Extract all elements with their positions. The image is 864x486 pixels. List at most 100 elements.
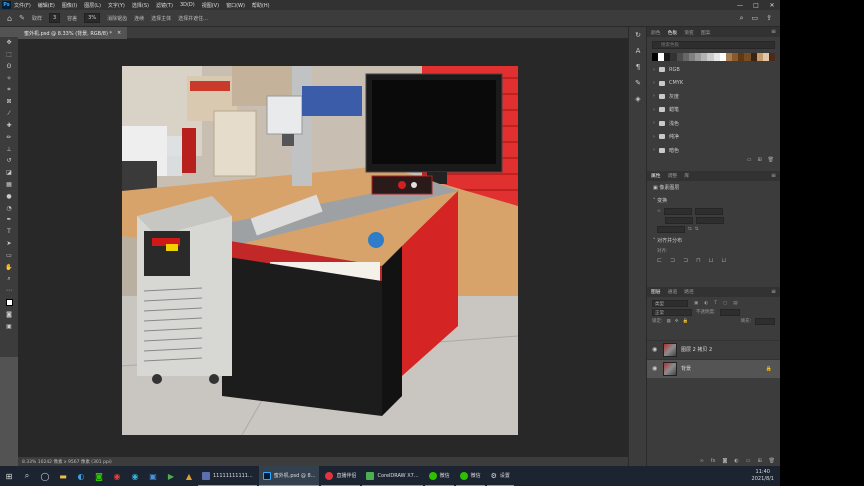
lasso-tool-icon[interactable]: ʘ <box>0 61 18 73</box>
file-explorer-icon[interactable]: ▬ <box>54 466 72 486</box>
history-icon[interactable]: ↻ <box>629 27 647 43</box>
menu-image[interactable]: 图像(I) <box>62 2 77 9</box>
opacity-field[interactable] <box>719 308 740 316</box>
adjustment-layer-icon[interactable]: ◐ <box>734 458 738 464</box>
tab-channels[interactable]: 通道 <box>668 288 678 295</box>
task-view-icon[interactable]: ◯ <box>36 466 54 486</box>
pen-tool-icon[interactable]: ✒ <box>0 214 18 226</box>
swatch-folder-pastel[interactable]: › 蜡笔 <box>647 103 780 116</box>
minimize-button[interactable]: — <box>732 2 748 9</box>
align-section-title[interactable]: ˅ 对齐并分布 <box>647 234 780 247</box>
swatch-folder-gray[interactable]: › 灰度 <box>647 90 780 103</box>
healing-brush-tool-icon[interactable]: ✚ <box>0 120 18 132</box>
magic-wand-tool-icon[interactable]: ✧ <box>0 72 18 84</box>
marquee-tool-icon[interactable]: ⬚ <box>0 49 18 61</box>
color-swatch-icon[interactable] <box>0 297 18 309</box>
search-icon[interactable]: ⌕ <box>18 466 36 486</box>
taskbar-app-coreldraw[interactable]: CorelDRAW X7... <box>362 466 423 486</box>
menu-type[interactable]: 文字(Y) <box>108 2 125 9</box>
move-tool-icon[interactable]: ✥ <box>0 37 18 49</box>
screen-mode-icon[interactable]: ▣ <box>0 320 18 332</box>
taskbar-app-photoshop[interactable]: 蜜外机.psd @ 8... <box>258 466 320 486</box>
panel-menu-icon[interactable]: ≡ <box>771 28 776 35</box>
crop-tool-icon[interactable]: ⌗ <box>0 84 18 96</box>
menu-file[interactable]: 文件(F) <box>14 2 31 9</box>
align-center-icon[interactable]: ⊐ <box>670 257 675 264</box>
link-icon[interactable]: ∞ <box>657 209 661 214</box>
search-icon[interactable]: ⌕ <box>740 14 744 23</box>
document-tab[interactable]: 蜜外机.psd @ 8.33% (背景, RGB/8) * × <box>18 27 128 39</box>
taskbar-app-wechat-1[interactable]: 微信 <box>424 466 454 486</box>
store-pinned-icon[interactable]: ▣ <box>144 466 162 486</box>
taskbar-app-wechat-2[interactable]: 微信 <box>455 466 485 486</box>
eye-icon[interactable]: ◉ <box>652 365 659 372</box>
trash-icon[interactable]: 🗑 <box>768 157 774 165</box>
menu-select[interactable]: 选择(S) <box>132 2 149 9</box>
menu-filter[interactable]: 滤镜(T) <box>156 2 173 9</box>
antialias-checkbox[interactable]: 消除锯齿 <box>107 15 127 22</box>
paragraph-icon[interactable]: ¶ <box>629 59 647 75</box>
3d-icon[interactable]: ◈ <box>629 91 647 107</box>
tab-patterns[interactable]: 图案 <box>701 29 711 36</box>
windows-start-icon[interactable]: ⊞ <box>0 466 18 486</box>
eraser-tool-icon[interactable]: ◪ <box>0 167 18 179</box>
select-subject-button[interactable]: 选择主体 <box>151 15 171 22</box>
align-top-icon[interactable]: ⊓ <box>696 257 701 264</box>
clone-stamp-tool-icon[interactable]: ⊥ <box>0 143 18 155</box>
canvas-area[interactable]: 封福来 <box>18 39 628 457</box>
tab-adjustments[interactable]: 调整 <box>668 172 678 179</box>
x-field[interactable] <box>694 207 723 215</box>
close-button[interactable]: ✕ <box>764 2 780 9</box>
swatch-folder-cmyk[interactable]: › CMYK <box>647 76 780 89</box>
document-image[interactable]: 封福来 <box>122 66 518 435</box>
tab-paths[interactable]: 路径 <box>684 288 694 295</box>
edge-icon[interactable]: ◐ <box>72 466 90 486</box>
new-swatch-icon[interactable]: ⊞ <box>757 157 761 165</box>
panel-menu-icon[interactable]: ≡ <box>771 288 776 295</box>
filter-adjust-icon[interactable]: ◐ <box>704 301 708 306</box>
layer-row[interactable]: ◉ 图层 2 拷贝 2 <box>647 339 780 359</box>
link-layers-icon[interactable]: ∞ <box>700 458 704 464</box>
brush-settings-icon[interactable]: ✎ <box>629 75 647 91</box>
eyedropper-tool-icon[interactable]: ⁄ <box>0 108 18 120</box>
layer-filter-select[interactable]: 类型 <box>652 299 688 307</box>
width-field[interactable] <box>663 207 692 215</box>
add-mask-icon[interactable]: ◙ <box>722 458 727 464</box>
y-field[interactable] <box>696 216 724 224</box>
filter-shape-icon[interactable]: ▢ <box>723 301 727 306</box>
rectangle-tool-icon[interactable]: ▭ <box>0 249 18 261</box>
tab-libraries[interactable]: 库 <box>684 172 689 179</box>
menu-window[interactable]: 窗口(W) <box>226 2 245 9</box>
wechat-pinned-icon[interactable]: ◙ <box>90 466 108 486</box>
lock-pixels-icon[interactable]: ▦ <box>667 319 671 324</box>
taskbar-app-1[interactable]: 11111111111... <box>198 466 257 486</box>
app-pinned-icon[interactable]: ◉ <box>108 466 126 486</box>
system-clock[interactable]: 11:40 2021/8/1 <box>752 469 774 483</box>
menu-help[interactable]: 帮助(H) <box>252 2 270 9</box>
path-selection-tool-icon[interactable]: ➤ <box>0 238 18 250</box>
taskbar-app-live[interactable]: 直播伴侣 <box>321 466 361 486</box>
tab-swatches[interactable]: 色板 <box>668 29 678 36</box>
tab-layers[interactable]: 图层 <box>651 288 661 295</box>
panel-menu-icon[interactable]: ≡ <box>771 172 776 179</box>
workspace-icon[interactable]: ▭ <box>752 14 759 23</box>
media-pinned-icon[interactable]: ▶ <box>162 466 180 486</box>
maximize-button[interactable]: □ <box>748 2 764 9</box>
quick-mask-icon[interactable]: ◙ <box>0 308 18 320</box>
contiguous-checkbox[interactable]: 连续 <box>134 15 144 22</box>
align-middle-icon[interactable]: ⊔ <box>709 257 714 264</box>
flip-vertical-icon[interactable]: ⇅ <box>695 227 699 232</box>
hand-tool-icon[interactable]: ✋ <box>0 261 18 273</box>
select-and-mask-button[interactable]: 选择并遮住... <box>178 15 208 22</box>
filter-type-icon[interactable]: T <box>714 301 717 306</box>
brush-tool-icon[interactable]: ✏ <box>0 131 18 143</box>
photos-pinned-icon[interactable]: ▲ <box>180 466 198 486</box>
menu-3d[interactable]: 3D(D) <box>180 2 195 8</box>
tab-color[interactable]: 颜色 <box>651 29 661 36</box>
home-icon[interactable]: ⌂ <box>7 14 12 23</box>
angle-field[interactable] <box>657 225 685 233</box>
height-field[interactable] <box>665 216 693 224</box>
new-layer-icon[interactable]: ⊞ <box>757 458 761 464</box>
swatch-folder-dark[interactable]: › 暗色 <box>647 143 780 156</box>
gradient-tool-icon[interactable]: ▦ <box>0 179 18 191</box>
